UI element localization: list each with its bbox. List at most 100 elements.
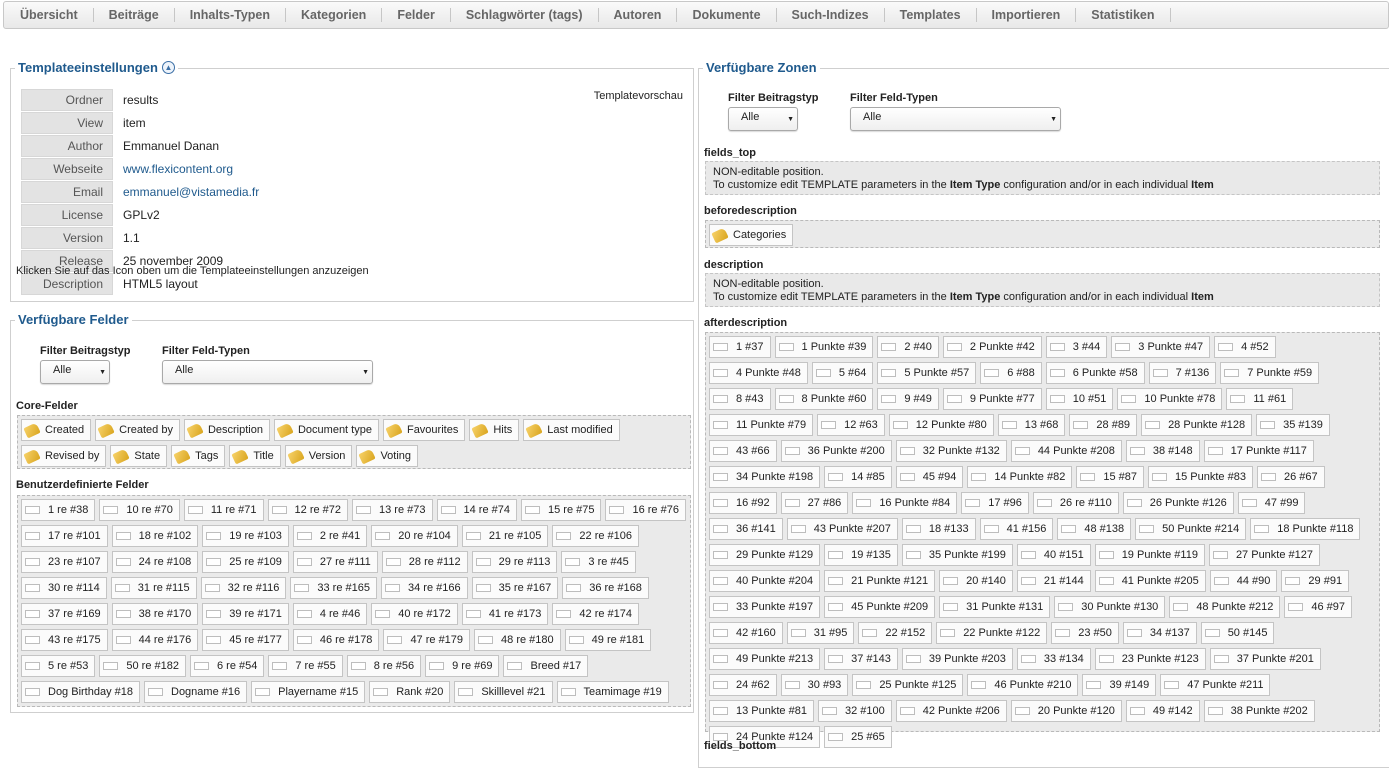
field-chip[interactable]: 33 re #165 bbox=[290, 577, 377, 599]
field-chip[interactable]: 41 re #173 bbox=[461, 603, 549, 625]
field-chip[interactable]: 14 #85 bbox=[824, 466, 892, 488]
field-chip[interactable]: Document type bbox=[273, 419, 379, 441]
field-chip[interactable]: 15 re #75 bbox=[520, 499, 602, 521]
field-chip[interactable]: 39 #149 bbox=[1082, 674, 1157, 696]
field-chip[interactable]: 5 Punkte #57 bbox=[877, 362, 977, 384]
field-chip[interactable]: 43 Punkte #207 bbox=[786, 518, 898, 540]
field-chip[interactable]: 27 re #111 bbox=[292, 551, 378, 573]
field-chip[interactable]: 45 re #177 bbox=[202, 629, 289, 651]
field-chip[interactable]: 8 #43 bbox=[709, 388, 771, 410]
zones-filter-item-type-select[interactable]: Alle ▼ bbox=[728, 107, 798, 131]
field-chip[interactable]: 18 re #102 bbox=[111, 525, 199, 547]
field-chip[interactable]: 39 Punkte #203 bbox=[901, 648, 1013, 670]
field-chip[interactable]: 41 #156 bbox=[979, 518, 1054, 540]
field-chip[interactable]: 50 re #182 bbox=[99, 655, 186, 677]
field-chip[interactable]: 20 Punkte #120 bbox=[1010, 700, 1122, 722]
tab-importieren[interactable]: Importieren bbox=[977, 8, 1077, 22]
field-chip[interactable]: 25 Punkte #125 bbox=[852, 674, 964, 696]
field-chip[interactable]: 40 #151 bbox=[1016, 544, 1091, 566]
field-chip[interactable]: 30 re #114 bbox=[21, 577, 107, 599]
field-chip[interactable]: 44 Punkte #208 bbox=[1010, 440, 1122, 462]
field-chip[interactable]: 11 re #71 bbox=[183, 499, 264, 521]
field-chip[interactable]: 15 Punkte #83 bbox=[1148, 466, 1253, 488]
field-chip[interactable]: 40 Punkte #204 bbox=[709, 570, 821, 592]
field-chip[interactable]: 2 re #41 bbox=[292, 525, 368, 547]
field-chip[interactable]: 43 re #175 bbox=[21, 629, 108, 651]
field-chip[interactable]: 34 Punkte #198 bbox=[709, 466, 821, 488]
field-chip[interactable]: 12 #63 bbox=[817, 414, 885, 436]
field-chip[interactable]: 4 re #46 bbox=[292, 603, 368, 625]
field-chip[interactable]: 32 Punkte #132 bbox=[895, 440, 1007, 462]
field-chip[interactable]: Created bbox=[21, 419, 92, 441]
tab-such-indizes[interactable]: Such-Indizes bbox=[777, 8, 885, 22]
field-chip[interactable]: 37 Punkte #201 bbox=[1209, 648, 1321, 670]
field-chip[interactable]: 25 #65 bbox=[824, 726, 892, 748]
field-chip[interactable]: 25 re #109 bbox=[202, 551, 289, 573]
tab-dokumente[interactable]: Dokumente bbox=[677, 8, 777, 22]
field-chip[interactable]: 38 re #170 bbox=[111, 603, 199, 625]
field-chip[interactable]: 11 #61 bbox=[1226, 388, 1294, 410]
field-chip[interactable]: Hits bbox=[469, 419, 520, 441]
field-chip[interactable]: 47 Punkte #211 bbox=[1160, 674, 1271, 696]
tab--bersicht[interactable]: Übersicht bbox=[10, 8, 94, 22]
field-chip[interactable]: 1 Punkte #39 bbox=[774, 336, 874, 358]
field-chip[interactable]: 48 re #180 bbox=[474, 629, 561, 651]
field-chip[interactable]: 42 Punkte #206 bbox=[895, 700, 1007, 722]
field-chip[interactable]: 40 re #172 bbox=[371, 603, 458, 625]
field-chip[interactable]: Tags bbox=[171, 445, 226, 467]
field-chip[interactable]: 13 #68 bbox=[997, 414, 1066, 436]
field-chip[interactable]: 45 #94 bbox=[895, 466, 964, 488]
field-chip[interactable]: Breed #17 bbox=[503, 655, 589, 677]
field-chip[interactable]: 33 Punkte #197 bbox=[709, 596, 821, 618]
tab-kategorien[interactable]: Kategorien bbox=[286, 8, 383, 22]
field-chip[interactable]: 46 #97 bbox=[1284, 596, 1353, 618]
field-chip[interactable]: 21 Punkte #121 bbox=[824, 570, 936, 592]
field-chip[interactable]: Rank #20 bbox=[369, 681, 451, 703]
field-chip[interactable]: 47 #99 bbox=[1237, 492, 1306, 514]
field-chip[interactable]: 23 #50 bbox=[1051, 622, 1119, 644]
field-chip[interactable]: 44 #90 bbox=[1209, 570, 1278, 592]
field-chip[interactable]: Last modified bbox=[523, 419, 620, 441]
field-chip[interactable]: 36 Punkte #200 bbox=[780, 440, 892, 462]
field-chip[interactable]: 46 Punkte #210 bbox=[967, 674, 1079, 696]
field-chip[interactable]: 14 re #74 bbox=[436, 499, 517, 521]
field-chip[interactable]: 3 Punkte #47 bbox=[1111, 336, 1211, 358]
field-chip[interactable]: 3 re #45 bbox=[561, 551, 636, 573]
field-chip[interactable]: 16 Punkte #84 bbox=[852, 492, 958, 514]
field-chip[interactable]: Title bbox=[229, 445, 281, 467]
field-chip[interactable]: 24 #62 bbox=[709, 674, 777, 696]
field-chip[interactable]: 44 re #176 bbox=[111, 629, 199, 651]
field-chip[interactable]: Created by bbox=[95, 419, 180, 441]
tab-statistiken[interactable]: Statistiken bbox=[1076, 8, 1171, 22]
field-chip[interactable]: 20 re #104 bbox=[371, 525, 458, 547]
field-chip[interactable]: 34 re #166 bbox=[381, 577, 468, 599]
field-chip[interactable]: 28 re #112 bbox=[381, 551, 468, 573]
field-chip[interactable]: 21 re #105 bbox=[461, 525, 549, 547]
field-chip[interactable]: 19 re #103 bbox=[202, 525, 289, 547]
field-chip[interactable]: 26 Punkte #126 bbox=[1122, 492, 1234, 514]
field-chip[interactable]: 26 #67 bbox=[1256, 466, 1325, 488]
field-chip[interactable]: 32 #100 bbox=[817, 700, 892, 722]
field-chip[interactable]: 21 #144 bbox=[1016, 570, 1091, 592]
field-chip[interactable]: 35 re #167 bbox=[471, 577, 559, 599]
field-chip[interactable]: 32 re #116 bbox=[200, 577, 287, 599]
field-chip[interactable]: 14 Punkte #82 bbox=[967, 466, 1073, 488]
field-chip[interactable]: 18 #133 bbox=[901, 518, 976, 540]
field-chip[interactable]: 8 Punkte #60 bbox=[774, 388, 874, 410]
field-chip[interactable]: 45 Punkte #209 bbox=[824, 596, 936, 618]
field-chip[interactable]: 28 Punkte #128 bbox=[1141, 414, 1253, 436]
field-chip[interactable]: 30 #93 bbox=[780, 674, 849, 696]
field-chip[interactable]: 12 re #72 bbox=[267, 499, 349, 521]
field-chip[interactable]: 1 #37 bbox=[709, 336, 771, 358]
field-chip[interactable]: 37 #143 bbox=[824, 648, 898, 670]
tab-templates[interactable]: Templates bbox=[885, 8, 977, 22]
field-chip[interactable]: 49 Punkte #213 bbox=[709, 648, 821, 670]
field-chip[interactable]: 24 re #108 bbox=[111, 551, 199, 573]
field-chip[interactable]: Teamimage #19 bbox=[556, 681, 669, 703]
field-chip[interactable]: 13 Punkte #81 bbox=[709, 700, 814, 722]
field-chip[interactable]: 29 #91 bbox=[1281, 570, 1350, 592]
field-chip[interactable]: Skilllevel #21 bbox=[454, 681, 553, 703]
field-chip[interactable]: 36 re #168 bbox=[562, 577, 649, 599]
field-chip[interactable]: 19 #135 bbox=[824, 544, 898, 566]
field-chip[interactable]: Revised by bbox=[21, 445, 107, 467]
